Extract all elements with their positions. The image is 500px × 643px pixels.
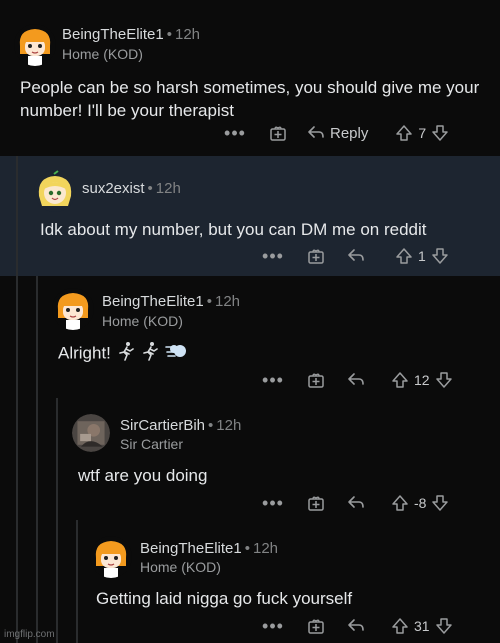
comment-author[interactable]: sux2exist • 12h xyxy=(82,180,181,197)
blonde-girl-avatar[interactable] xyxy=(34,170,76,212)
timestamp: 12h xyxy=(216,417,242,434)
comment-actions: ••• 31 xyxy=(260,614,454,638)
vote-count: 12 xyxy=(414,372,430,388)
username[interactable]: SirCartierBih xyxy=(120,417,205,434)
more-options-icon[interactable]: ••• xyxy=(222,124,248,142)
timestamp: 12h xyxy=(175,26,201,43)
orange-hair-girl-avatar[interactable] xyxy=(14,24,56,66)
vote-count: 1 xyxy=(418,248,426,264)
orange-hair-girl-avatar[interactable] xyxy=(52,288,94,330)
watermark: imgflip.com xyxy=(4,629,55,640)
upvote-arrow-icon[interactable] xyxy=(390,616,410,636)
comment-author[interactable]: BeingTheElite1 • 12h xyxy=(140,540,278,557)
downvote-arrow-icon[interactable] xyxy=(434,616,454,636)
reply-arrow-icon[interactable] xyxy=(346,371,366,389)
comment: BeingTheElite1 • 12h Home (KOD) Getting la… xyxy=(0,520,500,643)
vote-count: 31 xyxy=(414,618,430,634)
comment-actions: ••• -8 xyxy=(260,491,450,515)
reply-arrow-icon[interactable] xyxy=(346,247,366,265)
award-icon[interactable] xyxy=(306,246,326,266)
comment: sux2exist • 12h Idk about my number, but y… xyxy=(0,156,500,276)
downvote-arrow-icon[interactable] xyxy=(430,246,450,266)
comment-text: Alright! xyxy=(58,343,111,363)
comment-body: wtf are you doing xyxy=(78,466,208,485)
timestamp: 12h xyxy=(215,293,241,310)
thread-line[interactable] xyxy=(56,398,58,520)
downvote-arrow-icon[interactable] xyxy=(430,123,450,143)
thread-line[interactable] xyxy=(56,520,58,643)
username[interactable]: BeingTheElite1 xyxy=(102,293,204,310)
vote-count: -8 xyxy=(414,495,427,511)
thread-line[interactable] xyxy=(76,520,78,643)
photo-avatar[interactable] xyxy=(72,414,110,452)
comment: BeingTheElite1 • 12h Home (KOD) Alright! •… xyxy=(0,276,500,398)
award-icon[interactable] xyxy=(306,493,326,513)
reply-arrow-icon[interactable] xyxy=(346,617,366,635)
user-flair: Home (KOD) xyxy=(140,559,221,575)
comment-body: Idk about my number, but you can DM me o… xyxy=(40,220,427,239)
thread-line[interactable] xyxy=(36,398,38,520)
more-options-icon[interactable]: ••• xyxy=(260,494,286,512)
timestamp: 12h xyxy=(253,540,279,557)
comment-actions: ••• 12 xyxy=(260,368,454,392)
award-icon[interactable] xyxy=(268,123,288,143)
upvote-arrow-icon[interactable] xyxy=(394,123,414,143)
running-man-emoji xyxy=(140,341,160,367)
vote-count: 7 xyxy=(418,125,427,141)
more-options-icon[interactable]: ••• xyxy=(260,371,286,389)
upvote-arrow-icon[interactable] xyxy=(390,370,410,390)
comment-actions: ••• Reply 7 xyxy=(222,121,450,145)
comment-author[interactable]: BeingTheElite1 • 12h xyxy=(102,293,240,310)
comment-body: Alright! xyxy=(58,341,458,367)
award-icon[interactable] xyxy=(306,370,326,390)
upvote-arrow-icon[interactable] xyxy=(394,246,414,266)
reply-arrow-icon xyxy=(308,126,324,138)
downvote-arrow-icon[interactable] xyxy=(430,493,450,513)
comment-author[interactable]: SirCartierBih • 12h xyxy=(120,417,241,434)
user-flair: Sir Cartier xyxy=(120,436,184,452)
running-man-emoji xyxy=(116,341,136,367)
thread-line[interactable] xyxy=(16,520,18,643)
username[interactable]: BeingTheElite1 xyxy=(62,26,164,43)
comment-body: Getting laid nigga go fuck yourself xyxy=(96,589,353,608)
comment-author[interactable]: BeingTheElite1 • 12h xyxy=(62,26,200,43)
thread-line[interactable] xyxy=(36,520,38,643)
orange-hair-girl-avatar[interactable] xyxy=(90,536,132,578)
award-icon[interactable] xyxy=(306,616,326,636)
reply-button[interactable]: Reply xyxy=(306,124,368,142)
reply-arrow-icon[interactable] xyxy=(346,494,366,512)
thread-line[interactable] xyxy=(16,398,18,520)
thread-line[interactable] xyxy=(16,276,18,398)
username[interactable]: BeingTheElite1 xyxy=(140,540,242,557)
upvote-arrow-icon[interactable] xyxy=(390,493,410,513)
more-options-icon[interactable]: ••• xyxy=(260,617,286,635)
comment: BeingTheElite1 • 12h Home (KOD) People can… xyxy=(0,6,500,156)
comment: SirCartierBih • 12h Sir Cartier wtf are yo… xyxy=(0,398,500,520)
comment-actions: ••• 1 xyxy=(260,244,450,268)
thread-line[interactable] xyxy=(16,156,18,276)
user-flair: Home (KOD) xyxy=(102,313,183,329)
thread-line[interactable] xyxy=(36,276,38,398)
user-flair: Home (KOD) xyxy=(62,46,143,62)
downvote-arrow-icon[interactable] xyxy=(434,370,454,390)
reply-label[interactable]: Reply xyxy=(330,125,368,142)
timestamp: 12h xyxy=(155,180,181,197)
username[interactable]: sux2exist xyxy=(82,180,145,197)
more-options-icon[interactable]: ••• xyxy=(260,247,286,265)
dash-emoji xyxy=(165,341,189,367)
comment-body: People can be so harsh sometimes, you sh… xyxy=(20,78,480,120)
comment-thread: BeingTheElite1 • 12h Home (KOD) People can… xyxy=(0,0,500,643)
